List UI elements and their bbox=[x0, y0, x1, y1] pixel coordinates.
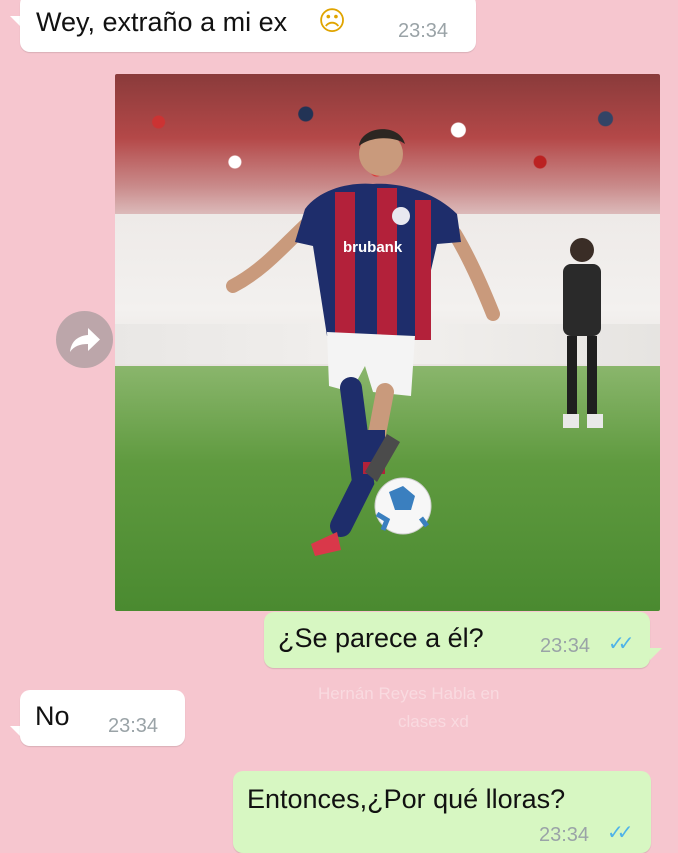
message-bubble-incoming[interactable]: Wey, extraño a mi ex ☹ 23:34 bbox=[20, 0, 476, 52]
watermark-line1: Hernán Reyes Habla en bbox=[318, 684, 500, 703]
message-time: 23:34 bbox=[108, 715, 159, 737]
message-bubble-outgoing[interactable]: Entonces,¿Por qué lloras? 23:34 ✓✓ bbox=[233, 771, 651, 853]
message-text: Entonces,¿Por qué lloras? bbox=[247, 784, 566, 814]
message-bubble-outgoing[interactable]: ¿Se parece a él? 23:34 ✓✓ bbox=[264, 612, 650, 668]
forward-icon bbox=[70, 328, 100, 352]
message-text: Wey, extraño a mi ex bbox=[36, 7, 288, 37]
message-text: ¿Se parece a él? bbox=[278, 623, 484, 653]
sad-face-emoji: ☹ bbox=[318, 6, 347, 37]
goalkeeper-figure bbox=[563, 238, 603, 428]
main-player-figure: brubank bbox=[226, 129, 500, 556]
player-illustration: brubank bbox=[226, 129, 603, 556]
message-time: 23:34 bbox=[540, 635, 591, 657]
message-text: No bbox=[35, 701, 70, 731]
message-time: 23:34 bbox=[398, 20, 449, 42]
soccer-ball bbox=[374, 477, 432, 535]
message-time: 23:34 bbox=[539, 824, 590, 846]
bubble-tail bbox=[650, 648, 662, 660]
message-bubble-incoming[interactable]: No 23:34 bbox=[20, 690, 185, 746]
jersey-sponsor-text: brubank bbox=[343, 239, 403, 256]
forward-button[interactable] bbox=[56, 311, 113, 368]
double-check-icon: ✓✓ bbox=[607, 822, 633, 844]
double-check-icon: ✓✓ bbox=[608, 633, 634, 655]
image-message[interactable]: brubank bbox=[115, 74, 660, 611]
watermark-line2: clases xd bbox=[398, 712, 469, 731]
